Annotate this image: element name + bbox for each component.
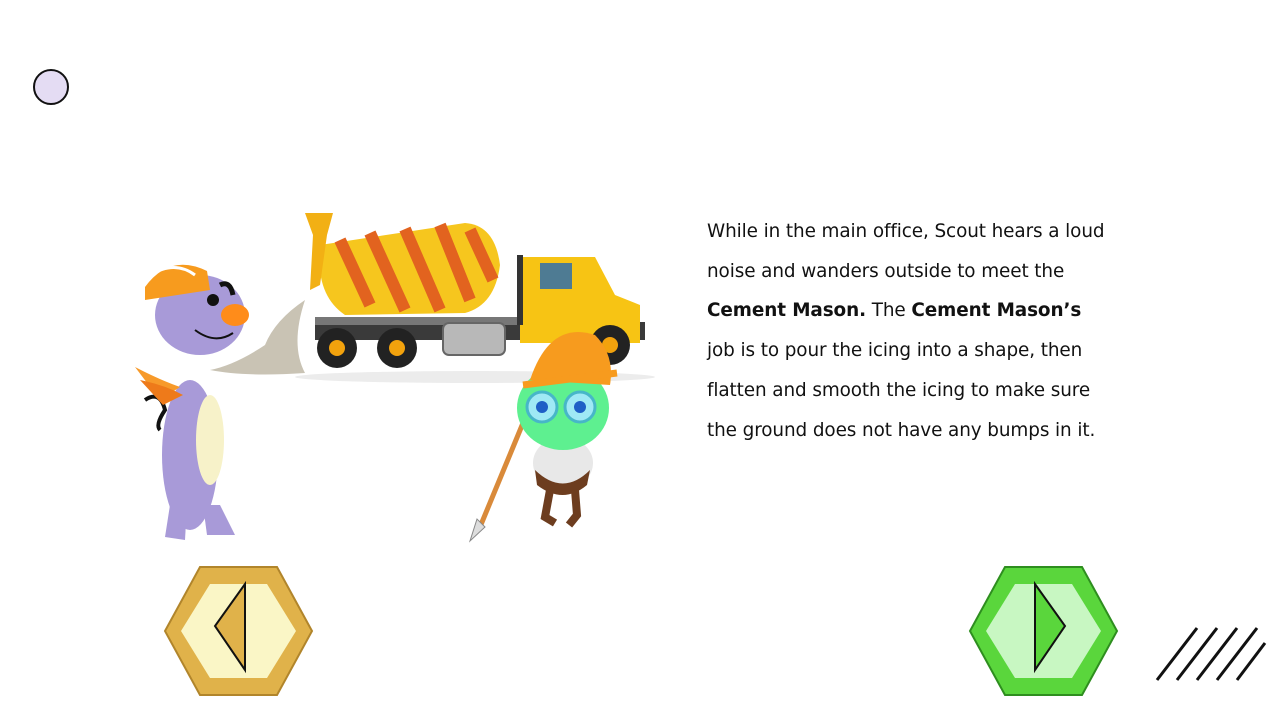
story-paragraph: While in the main office, Scout hears a … [707,212,1107,450]
story-text-3: job is to pour the icing into a shape, t… [707,340,1096,441]
decorative-hatch-lines [1155,627,1267,681]
next-page-button[interactable] [965,562,1120,700]
purple-dog-character [135,264,249,540]
story-text-1: While in the main office, Scout hears a … [707,221,1105,282]
story-text-2: The [865,300,912,322]
slide: While in the main office, Scout hears a … [0,0,1280,720]
green-robot-character [468,332,618,543]
previous-page-button[interactable] [160,562,315,700]
story-bold-cement-masons: Cement Mason’s [911,300,1082,322]
story-bold-cement-mason: Cement Mason. [707,300,866,322]
status-circle-icon[interactable] [33,69,69,105]
construction-illustration [135,213,655,543]
